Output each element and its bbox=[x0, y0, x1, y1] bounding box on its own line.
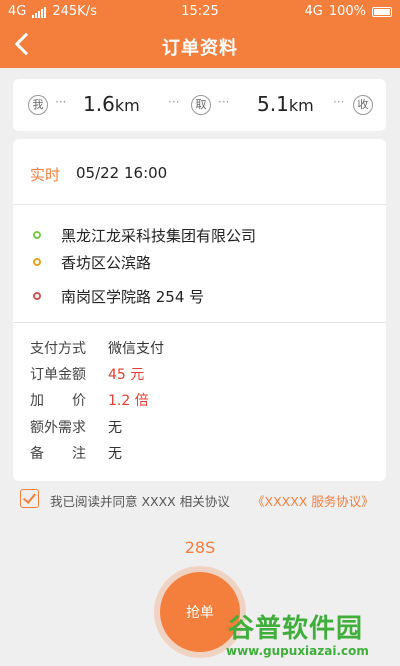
amount-row: 订单金额 45 元 bbox=[30, 367, 145, 383]
remark-row: 备 注 无 bbox=[30, 446, 122, 462]
markup-row: 加 价 1.2 倍 bbox=[30, 393, 149, 409]
address-dot-icon bbox=[33, 258, 41, 266]
watermark-name: 谷普软件园 bbox=[228, 614, 364, 644]
route-dots: ··· bbox=[55, 95, 67, 109]
address-item: 南岗区学院路 254 号 bbox=[13, 285, 386, 311]
payment-row: 支付方式 微信支付 bbox=[30, 341, 164, 357]
time-type: 实时 bbox=[30, 166, 61, 184]
status-bar: 4G 245K/s 15:25 4G 100% bbox=[0, 0, 400, 24]
agreement-row: 我已阅读并同意 XXXX 相关协议 《XXXXX 服务协议》 bbox=[20, 488, 390, 510]
address-dot-icon bbox=[33, 292, 41, 300]
address-dot-icon bbox=[33, 231, 41, 239]
agreement-link[interactable]: 《XXXXX 服务协议》 bbox=[252, 491, 374, 510]
delivery-distance: 5.1km bbox=[257, 92, 314, 116]
watermark-url: www.gupuxiazai.com bbox=[226, 644, 369, 658]
agreement-text: 我已阅读并同意 XXXX 相关协议 bbox=[50, 494, 230, 509]
battery-level: 100% bbox=[328, 4, 366, 19]
extra-request-row: 额外需求 无 bbox=[30, 420, 122, 436]
route-dots: ··· bbox=[168, 95, 180, 109]
pickup-distance: 1.6km bbox=[83, 92, 140, 116]
divider bbox=[13, 322, 386, 323]
order-time: 05/22 16:00 bbox=[76, 164, 168, 182]
route-dots: ··· bbox=[218, 95, 230, 109]
header: 4G 245K/s 15:25 4G 100% 订单资料 bbox=[0, 0, 400, 68]
pickup-pin-icon: 取 bbox=[191, 95, 211, 115]
address-item: 香坊区公滨路 bbox=[13, 251, 386, 277]
nav-bar: 订单资料 bbox=[0, 24, 400, 68]
page-title: 订单资料 bbox=[162, 38, 238, 59]
address-item: 黑龙江龙采科技集团有限公司 bbox=[13, 224, 386, 250]
distance-card: 我 ··· 1.6km ··· 取 ··· 5.1km ··· 收 bbox=[13, 79, 386, 131]
route-dots: ··· bbox=[333, 95, 345, 109]
dest-pin-icon: 收 bbox=[353, 95, 373, 115]
agree-checkbox[interactable] bbox=[20, 489, 39, 508]
network-type: 4G bbox=[304, 4, 323, 19]
battery-icon bbox=[372, 6, 392, 17]
watermark-logo: 谷普软件园 www.gupuxiazai.com bbox=[222, 608, 400, 666]
time-row: 实时 05/22 16:00 bbox=[13, 139, 386, 205]
order-card: 实时 05/22 16:00 黑龙江龙采科技集团有限公司 香坊区公滨路 南岗区学… bbox=[13, 139, 386, 481]
start-pin-icon: 我 bbox=[28, 95, 48, 115]
countdown-timer: 28S bbox=[184, 538, 216, 557]
